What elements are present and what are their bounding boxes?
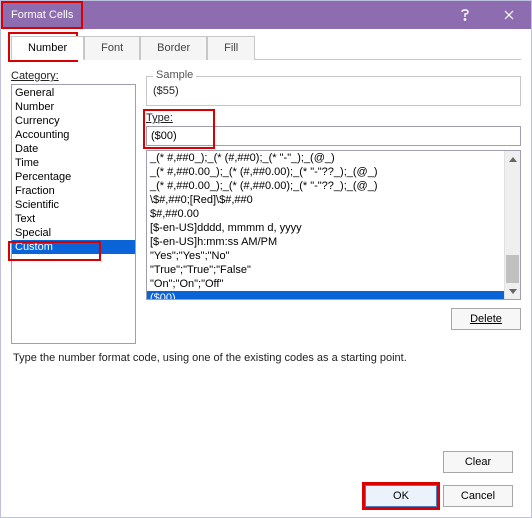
list-item[interactable]: Scientific [12, 198, 135, 212]
delete-button[interactable]: Delete [451, 308, 521, 330]
hint-text: Type the number format code, using one o… [11, 344, 521, 372]
tab-number[interactable]: Number [11, 36, 84, 60]
type-label: Type: [146, 112, 521, 124]
list-item[interactable]: General [12, 86, 135, 100]
format-cells-dialog: Format Cells Number Font Border Fill Cat… [0, 0, 532, 518]
list-item-custom[interactable]: Custom [12, 240, 135, 254]
scrollbar[interactable] [504, 151, 520, 299]
list-item[interactable]: "True";"True";"False" [147, 263, 504, 277]
close-button[interactable] [487, 1, 531, 29]
list-item[interactable]: "On";"On";"Off" [147, 277, 504, 291]
list-item[interactable]: _(* #,##0.00_);_(* (#,##0.00);_(* "-"??_… [147, 179, 504, 193]
scroll-down-button[interactable] [505, 283, 520, 299]
cancel-button[interactable]: Cancel [443, 485, 513, 507]
list-item[interactable]: Special [12, 226, 135, 240]
window-title: Format Cells [1, 1, 83, 29]
list-item[interactable]: _(* #,##0.00_);_(* (#,##0.00);_(* "-"??_… [147, 165, 504, 179]
scroll-thumb[interactable] [506, 255, 519, 285]
clear-button[interactable]: Clear [443, 451, 513, 473]
list-item[interactable]: Number [12, 100, 135, 114]
category-label: Category: [11, 70, 136, 82]
list-item[interactable]: "Yes";"Yes";"No" [147, 249, 504, 263]
scroll-up-button[interactable] [505, 151, 520, 167]
list-item[interactable]: Percentage [12, 170, 135, 184]
tab-fill[interactable]: Fill [207, 36, 255, 60]
sample-label: Sample [153, 69, 196, 81]
help-button[interactable] [443, 1, 487, 29]
sample-group: Sample ($55) [146, 76, 521, 106]
ok-button[interactable]: OK [365, 485, 437, 507]
list-item[interactable]: \$#,##0;[Red]\$#,##0 [147, 193, 504, 207]
list-item[interactable]: Date [12, 142, 135, 156]
titlebar: Format Cells [1, 1, 531, 29]
tab-bar: Number Font Border Fill [11, 35, 521, 60]
list-item[interactable]: Currency [12, 114, 135, 128]
list-item[interactable]: _(* #,##0_);_(* (#,##0);_(* "-"_);_(@_) [147, 151, 504, 165]
list-item[interactable]: Fraction [12, 184, 135, 198]
list-item[interactable]: Text [12, 212, 135, 226]
list-item[interactable]: [$-en-US]dddd, mmmm d, yyyy [147, 221, 504, 235]
list-item-selected[interactable]: ($00) [147, 291, 504, 299]
category-listbox[interactable]: General Number Currency Accounting Date … [11, 84, 136, 344]
list-item[interactable]: [$-en-US]h:mm:ss AM/PM [147, 235, 504, 249]
tab-border[interactable]: Border [140, 36, 207, 60]
list-item[interactable]: Time [12, 156, 135, 170]
list-item[interactable]: Accounting [12, 128, 135, 142]
type-input[interactable] [146, 126, 521, 146]
list-item[interactable]: $#,##0.00 [147, 207, 504, 221]
formats-listbox[interactable]: _(* #,##0_);_(* (#,##0);_(* "-"_);_(@_) … [146, 150, 521, 300]
sample-value: ($55) [153, 81, 514, 97]
tab-font[interactable]: Font [84, 36, 140, 60]
